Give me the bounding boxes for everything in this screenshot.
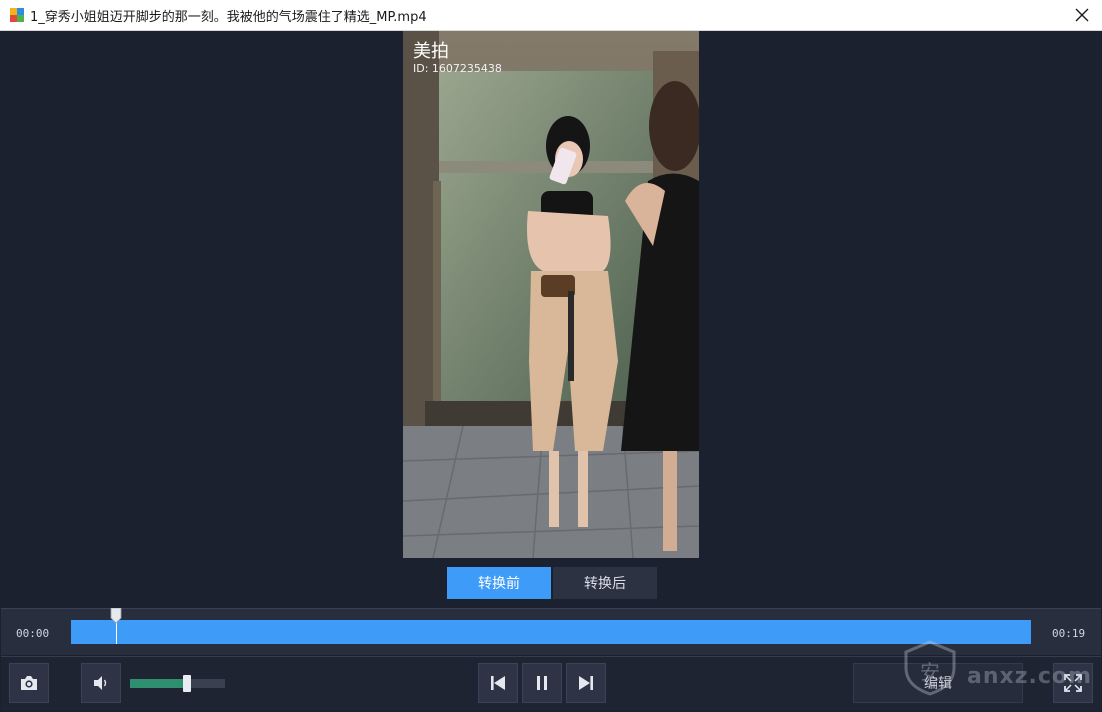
fullscreen-button[interactable] bbox=[1053, 663, 1093, 703]
total-time: 00:19 bbox=[1052, 627, 1086, 640]
current-time: 00:00 bbox=[16, 627, 50, 640]
pause-button[interactable] bbox=[522, 663, 562, 703]
edit-button[interactable]: 编辑 bbox=[853, 663, 1023, 703]
skip-previous-icon bbox=[491, 676, 505, 690]
volume-button[interactable] bbox=[81, 663, 121, 703]
screenshot-button[interactable] bbox=[9, 663, 49, 703]
volume-slider[interactable] bbox=[130, 675, 225, 692]
pause-icon bbox=[537, 676, 547, 690]
skip-next-icon bbox=[579, 676, 593, 690]
compare-tabs: 转换前 转换后 bbox=[447, 567, 657, 599]
timeline-bar: 00:00 00:19 bbox=[1, 608, 1101, 655]
timeline-track[interactable] bbox=[71, 620, 1031, 644]
video-frame[interactable]: 美拍 ID: 1607235438 bbox=[403, 31, 699, 558]
control-bar: 编辑 bbox=[1, 656, 1101, 711]
fullscreen-icon bbox=[1064, 674, 1082, 692]
playhead-handle[interactable] bbox=[110, 608, 122, 624]
previous-button[interactable] bbox=[478, 663, 518, 703]
app-icon bbox=[10, 8, 24, 22]
next-button[interactable] bbox=[566, 663, 606, 703]
tab-after-conversion[interactable]: 转换后 bbox=[553, 567, 657, 599]
video-stage: 美拍 ID: 1607235438 转换前 转换后 bbox=[1, 31, 1101, 608]
volume-handle[interactable] bbox=[183, 675, 191, 692]
camera-icon bbox=[21, 676, 37, 690]
tab-before-conversion[interactable]: 转换前 bbox=[447, 567, 551, 599]
video-picture bbox=[403, 31, 699, 558]
title-bar: 1_穿秀小姐姐迈开脚步的那一刻。我被他的气场震住了精选_MP.mp4 bbox=[0, 0, 1102, 31]
speaker-icon bbox=[94, 676, 107, 690]
close-button[interactable] bbox=[1072, 5, 1092, 25]
video-watermark-brand: 美拍 bbox=[413, 41, 449, 62]
window-title: 1_穿秀小姐姐迈开脚步的那一刻。我被他的气场震住了精选_MP.mp4 bbox=[30, 9, 427, 25]
close-icon bbox=[1075, 8, 1089, 22]
volume-fill bbox=[130, 679, 187, 688]
video-watermark-id: ID: 1607235438 bbox=[413, 62, 502, 75]
